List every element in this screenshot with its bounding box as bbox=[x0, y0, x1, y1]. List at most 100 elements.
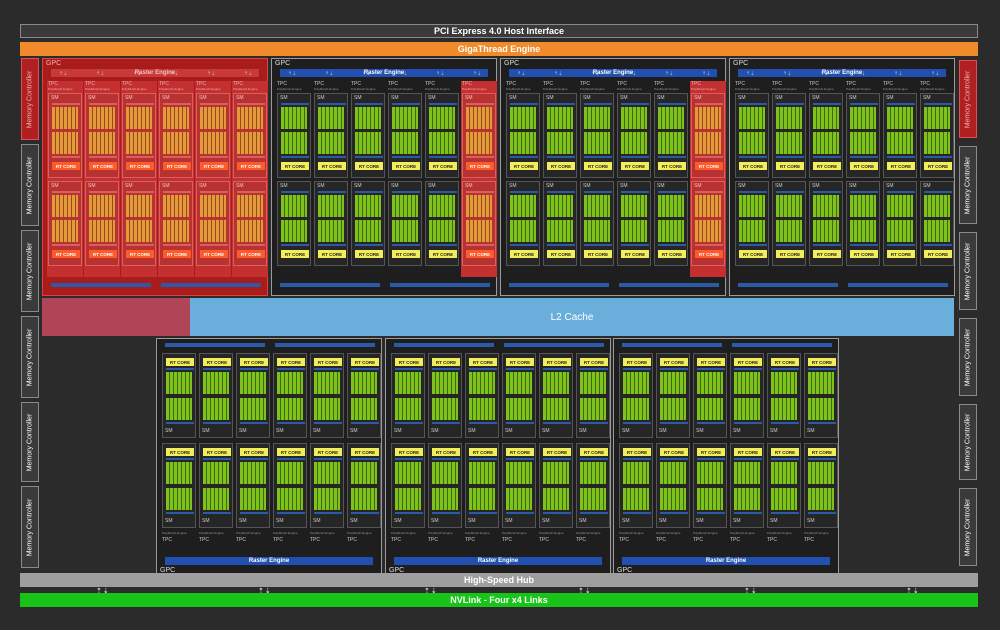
sm-l1-bar bbox=[584, 156, 612, 158]
streaming-multiprocessor: SM RT CORE bbox=[233, 181, 267, 266]
rt-core: RT CORE bbox=[392, 250, 420, 258]
texture-unit-strip bbox=[275, 343, 375, 347]
cuda-core-block bbox=[584, 107, 610, 129]
connector-arrows: ⇡⇣ bbox=[207, 71, 216, 77]
cuda-core-block bbox=[510, 220, 536, 242]
streaming-multiprocessor: SM RT CORE bbox=[580, 93, 614, 178]
tpc: TPC PolyMorph Engine RT CORE SM RT CORE SM bbox=[575, 347, 611, 543]
tpc: ⇡⇣ TPC PolyMorph Engine SM RT CORE SM RT CORE bbox=[771, 72, 807, 277]
sm-l1-bar bbox=[850, 103, 878, 105]
sm-l1-bar bbox=[660, 368, 688, 370]
sm-label: SM bbox=[733, 518, 741, 524]
sm-label: SM bbox=[812, 183, 820, 189]
tpc: ⇡⇣ TPC PolyMorph Engine SM RT CORE SM RT CORE bbox=[579, 72, 615, 277]
connector-arrows: ⇡⇣ bbox=[628, 71, 637, 77]
cuda-core-block bbox=[771, 398, 797, 420]
cuda-core-block bbox=[469, 372, 495, 394]
cuda-core-block bbox=[887, 195, 913, 217]
sm-l1-bar bbox=[469, 458, 497, 460]
rt-core: RT CORE bbox=[355, 250, 383, 258]
sm-l1-bar bbox=[887, 191, 915, 193]
cuda-core-block bbox=[466, 132, 492, 154]
gpc-top-2: GPC Raster Engine ⇡⇣ TPC PolyMorph Engine SM R… bbox=[500, 58, 726, 296]
sm-l1-bar bbox=[547, 156, 575, 158]
streaming-multiprocessor: RT CORE SM bbox=[310, 353, 344, 438]
sm-l1-bar bbox=[658, 156, 686, 158]
cuda-core-block bbox=[351, 462, 377, 484]
rt-core: RT CORE bbox=[506, 448, 534, 456]
sm-l1-bar bbox=[429, 244, 457, 246]
tpc: TPC PolyMorph Engine RT CORE SM RT CORE SM bbox=[729, 347, 765, 543]
cuda-core-block bbox=[318, 195, 344, 217]
sm-l1-bar bbox=[126, 191, 154, 193]
cuda-core-block bbox=[621, 107, 647, 129]
nvlink-links: NVLink - Four x4 Links bbox=[20, 593, 978, 607]
streaming-multiprocessor: RT CORE SM bbox=[347, 353, 381, 438]
polymorph-engine: PolyMorph Engine bbox=[196, 87, 221, 91]
rt-core: RT CORE bbox=[808, 358, 836, 366]
cuda-core-block bbox=[850, 195, 876, 217]
streaming-multiprocessor: SM RT CORE bbox=[506, 93, 540, 178]
polymorph-engine: PolyMorph Engine bbox=[619, 531, 644, 535]
tpc: TPC PolyMorph Engine RT CORE SM RT CORE SM bbox=[501, 347, 537, 543]
rt-core: RT CORE bbox=[314, 448, 342, 456]
memory-controller-label: Memory Controller bbox=[26, 413, 34, 471]
tpc-label: TPC bbox=[693, 537, 703, 543]
sm-label: SM bbox=[733, 428, 741, 434]
connector-arrows: ⇡⇣ bbox=[591, 71, 600, 77]
polymorph-engine: PolyMorph Engine bbox=[543, 87, 568, 91]
memory-controller-label: Memory Controller bbox=[26, 156, 34, 214]
tpc-label: TPC bbox=[619, 537, 629, 543]
sm-l1-bar bbox=[318, 191, 346, 193]
rt-core: RT CORE bbox=[621, 162, 649, 170]
sm-l1-bar bbox=[850, 156, 878, 158]
sm-l1-bar bbox=[924, 244, 952, 246]
streaming-multiprocessor: RT CORE SM bbox=[310, 443, 344, 528]
streaming-multiprocessor: RT CORE SM bbox=[273, 353, 307, 438]
streaming-multiprocessor: SM RT CORE bbox=[196, 93, 230, 178]
sm-label: SM bbox=[431, 518, 439, 524]
sm-l1-bar bbox=[200, 191, 228, 193]
streaming-multiprocessor: RT CORE SM bbox=[656, 353, 690, 438]
sm-label: SM bbox=[775, 95, 783, 101]
memory-controller-label: Memory Controller bbox=[964, 242, 972, 300]
polymorph-engine: PolyMorph Engine bbox=[428, 531, 453, 535]
gpc-label: GPC bbox=[46, 60, 62, 67]
sm-l1-bar bbox=[166, 368, 194, 370]
cuda-core-block bbox=[432, 372, 458, 394]
sm-label: SM bbox=[51, 95, 59, 101]
sm-l1-bar bbox=[547, 244, 575, 246]
tpc: ⇡⇣ TPC PolyMorph Engine SM RT CORE SM RT CORE bbox=[232, 72, 268, 277]
tpc-label: TPC bbox=[539, 537, 549, 543]
cuda-core-block bbox=[281, 132, 307, 154]
cuda-core-block bbox=[429, 195, 455, 217]
sm-l1-bar bbox=[392, 156, 420, 158]
sm-label: SM bbox=[199, 183, 207, 189]
sm-label: SM bbox=[923, 95, 931, 101]
cuda-core-block bbox=[776, 195, 802, 217]
polymorph-engine: PolyMorph Engine bbox=[236, 531, 261, 535]
cuda-core-block bbox=[466, 195, 492, 217]
polymorph-engine: PolyMorph Engine bbox=[48, 87, 73, 91]
sm-label: SM bbox=[51, 183, 59, 189]
sm-l1-bar bbox=[924, 156, 952, 158]
streaming-multiprocessor: SM RT CORE bbox=[462, 93, 496, 178]
cuda-core-block bbox=[392, 195, 418, 217]
cuda-core-block bbox=[695, 107, 721, 129]
sm-l1-bar bbox=[695, 191, 723, 193]
tpc: TPC PolyMorph Engine RT CORE SM RT CORE SM bbox=[464, 347, 500, 543]
streaming-multiprocessor: SM RT CORE bbox=[506, 181, 540, 266]
gpc-bottom-0: GPC Raster Engine TPC PolyMorph Engine RT CO… bbox=[156, 338, 382, 576]
connector-arrows: ⇡⇣ bbox=[96, 71, 105, 77]
streaming-multiprocessor: RT CORE SM bbox=[730, 443, 764, 528]
streaming-multiprocessor: RT CORE SM bbox=[767, 353, 801, 438]
sm-l1-bar bbox=[658, 103, 686, 105]
rt-core: RT CORE bbox=[351, 358, 379, 366]
sm-label: SM bbox=[546, 183, 554, 189]
memory-controller-label: Memory Controller bbox=[26, 328, 34, 386]
tpc-label: TPC bbox=[428, 537, 438, 543]
cuda-core-block bbox=[237, 132, 263, 154]
sm-label: SM bbox=[738, 95, 746, 101]
memory-controller-left-3: Memory Controller bbox=[21, 316, 39, 398]
connector-arrows: ⇡⇣ bbox=[59, 71, 68, 77]
